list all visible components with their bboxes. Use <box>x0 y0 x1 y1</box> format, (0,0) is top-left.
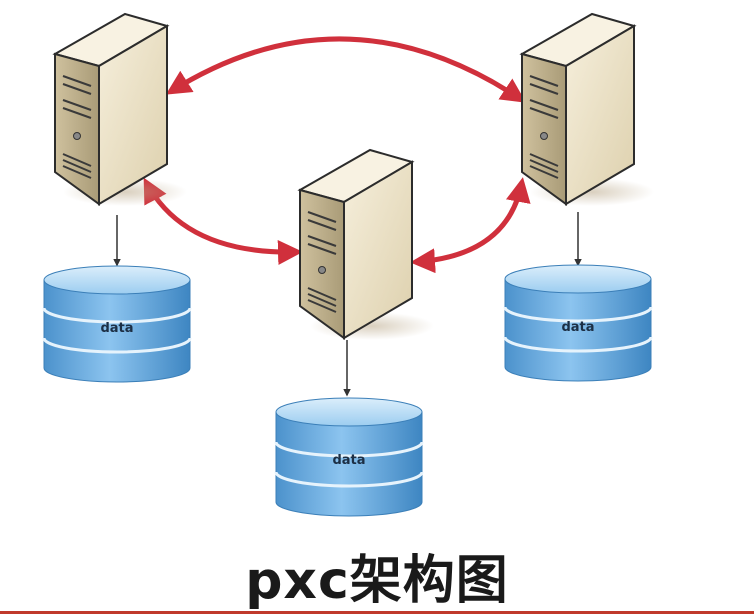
database-left: data <box>42 265 192 383</box>
database-label: data <box>561 320 594 335</box>
database-center: data <box>274 397 424 517</box>
database-label: data <box>100 321 133 336</box>
replication-arrow-center-right <box>410 177 531 274</box>
database-label: data <box>332 453 365 468</box>
server-right <box>519 12 654 206</box>
diagram-caption: pxc架构图 <box>245 551 509 611</box>
diagram-canvas: data data data <box>42 12 654 517</box>
database-right: data <box>503 264 653 382</box>
server-center <box>297 148 434 340</box>
server-left <box>52 12 187 206</box>
replication-arrow-left-right <box>165 36 527 103</box>
